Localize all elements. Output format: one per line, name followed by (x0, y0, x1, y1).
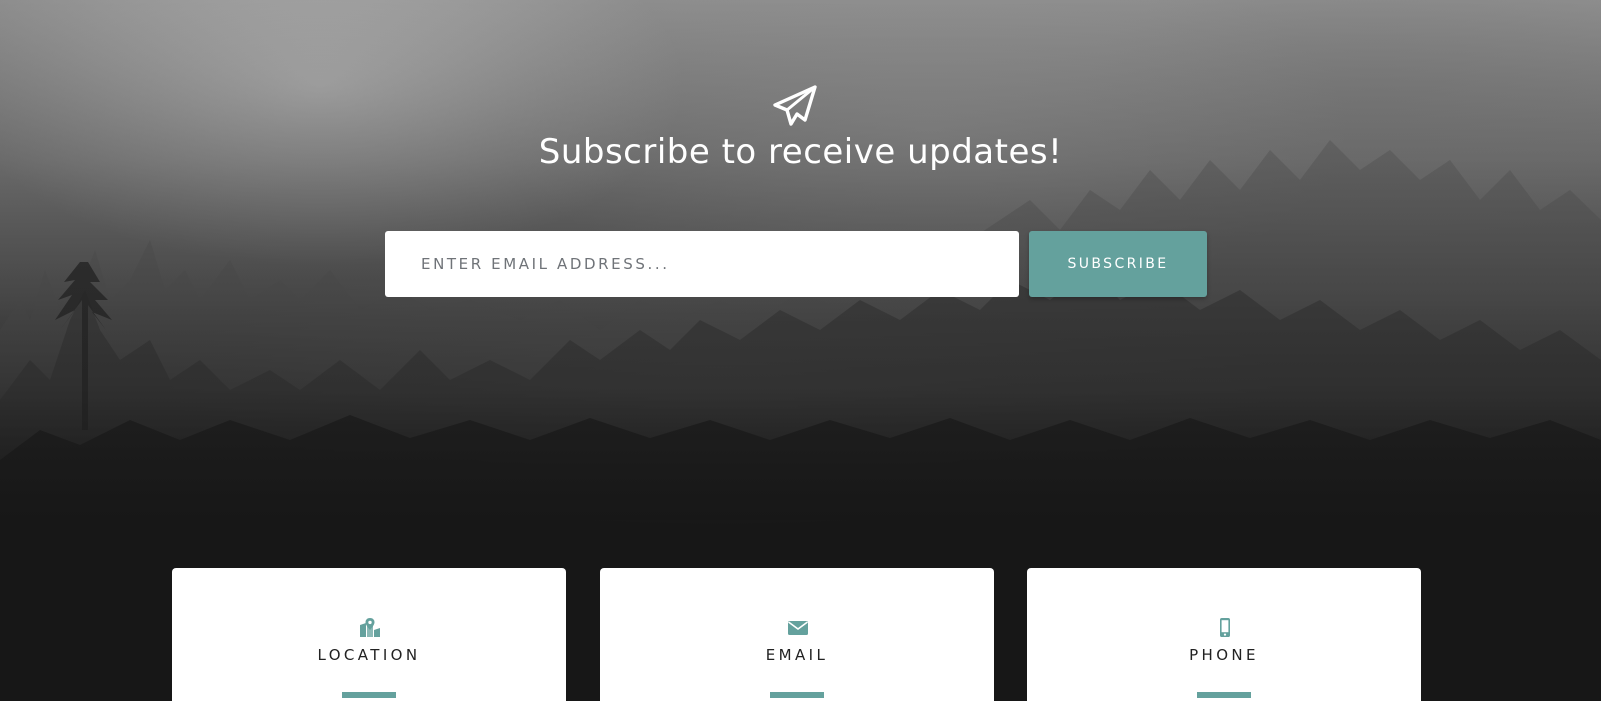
map-location-icon (360, 618, 380, 637)
card-divider (770, 692, 824, 698)
envelope-icon (788, 621, 808, 635)
paper-plane-icon (773, 85, 817, 126)
contact-card-phone: PHONE (1027, 568, 1421, 701)
signup-title: Subscribe to receive updates! (538, 132, 1063, 172)
email-input[interactable] (385, 231, 1019, 297)
contact-card-email: EMAIL (600, 568, 994, 701)
card-divider (342, 692, 396, 698)
card-title: EMAIL (765, 646, 829, 664)
subscribe-button[interactable]: SUBSCRIBE (1029, 231, 1207, 297)
card-title: LOCATION (317, 646, 421, 664)
card-divider (1197, 692, 1251, 698)
signup-section: Subscribe to receive updates! SUBSCRIBE … (0, 0, 1601, 701)
mobile-phone-icon (1220, 618, 1230, 637)
contact-card-location: LOCATION (172, 568, 566, 701)
card-title: PHONE (1189, 646, 1259, 664)
